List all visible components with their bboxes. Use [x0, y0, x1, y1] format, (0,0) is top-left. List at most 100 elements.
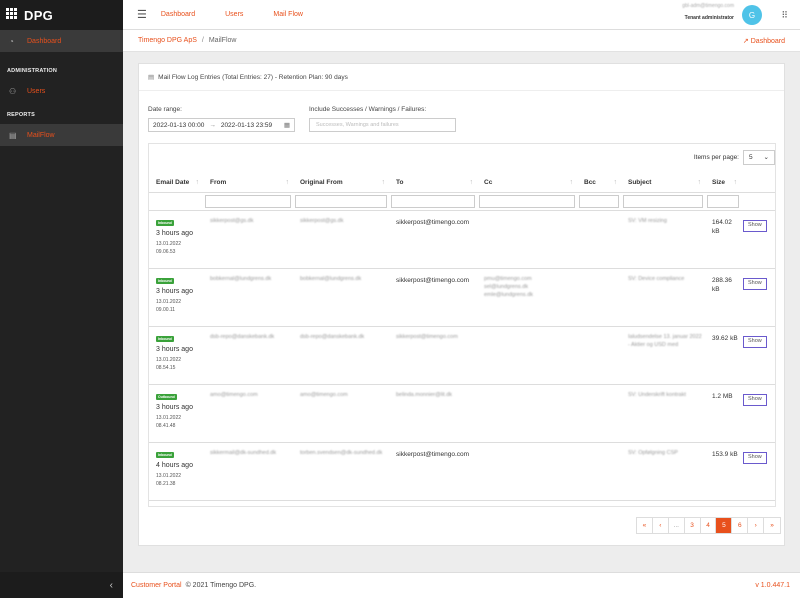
sort-icon: ↑ — [569, 179, 574, 186]
mailflow-card: ▤ Mail Flow Log Entries (Total Entries: … — [138, 63, 785, 546]
filter-from-input[interactable] — [205, 195, 291, 208]
filter-bcc-input[interactable] — [579, 195, 619, 208]
cell-bcc — [577, 327, 621, 384]
date-range-picker[interactable]: 2022-01-13 00:00 → 2022-01-13 23:59 ▦ — [148, 118, 295, 132]
page-button[interactable]: 5 — [716, 518, 733, 533]
filter-cc-input[interactable] — [479, 195, 575, 208]
email-time: 09.00.11 — [156, 307, 176, 314]
trend-line-icon: ↗ — [742, 37, 749, 45]
cell-from: dsb-repo@danskebank.dk — [210, 334, 275, 340]
column-original-from[interactable]: Original From ↑ — [293, 173, 389, 192]
column-size[interactable]: Size ↑ — [705, 173, 741, 192]
avatar[interactable]: G — [742, 5, 762, 25]
sort-icon: ↑ — [285, 179, 290, 186]
show-button[interactable]: Show — [743, 336, 767, 348]
column-subject[interactable]: Subject ↑ — [621, 173, 705, 192]
items-per-page-label: Items per page: — [693, 153, 739, 161]
dashboard-gauge-icon: ◔ — [9, 36, 14, 46]
apps-grid-icon[interactable]: ⠿ — [781, 10, 788, 21]
hamburger-menu-icon[interactable]: ☰ — [137, 8, 147, 21]
sort-icon: ↑ — [733, 179, 738, 186]
page-button[interactable]: » — [764, 518, 781, 533]
cell-email-date: Inbound 3 hours ago 13.01.2022 08.54.15 — [149, 327, 203, 384]
nav-users[interactable]: Users — [225, 11, 243, 18]
column-label: To — [396, 179, 404, 186]
show-button[interactable]: Show — [743, 452, 767, 464]
column-cc[interactable]: Cc ↑ — [477, 173, 577, 192]
footer: Customer Portal © 2021 Timengo DPG. v 1.… — [123, 572, 800, 598]
items-per-page: Items per page: 5 ⌄ — [694, 149, 775, 165]
column-from[interactable]: From ↑ — [203, 173, 293, 192]
sidebar-item-mailflow[interactable]: ▤ MailFlow — [0, 124, 123, 146]
card-title: Mail Flow Log Entries (Total Entries: 27… — [158, 73, 348, 81]
email-time: 08.21.38 — [156, 481, 176, 488]
page-button[interactable]: 4 — [700, 518, 717, 533]
show-button[interactable]: Show — [743, 278, 767, 290]
email-date: 13.01.2022 — [156, 472, 182, 479]
page-button[interactable]: « — [637, 518, 653, 533]
user-info[interactable]: gbl-adm@timengo.com Tenant administrator — [682, 3, 734, 21]
filter-to-input[interactable] — [391, 195, 475, 208]
page-button[interactable]: ‹ — [652, 518, 669, 533]
sidebar-collapse-button[interactable]: ‹ — [0, 572, 123, 598]
pagination: «‹... 3 4 5 6 ›» — [636, 517, 782, 534]
page-button[interactable]: › — [748, 518, 765, 533]
direction-badge: Inbound — [156, 336, 174, 343]
brand-name: DPG — [24, 7, 54, 23]
relative-time: 3 hours ago — [156, 404, 193, 412]
cell-size: 39.62 kB — [712, 335, 738, 342]
sidebar-item-dashboard[interactable]: ◔ Dashboard — [0, 30, 123, 52]
filter-original-from-input[interactable] — [295, 195, 387, 208]
column-label: Size — [712, 179, 726, 186]
table-row: Inbound 3 hours ago 13.01.2022 09.00.11 bobk… — [149, 269, 775, 327]
direction-badge: Inbound — [156, 278, 174, 285]
show-button[interactable]: Show — [743, 220, 767, 232]
cell-to: sikkerpost@timengo.com — [396, 277, 470, 284]
breadcrumb-parent[interactable]: Timengo DPG ApS — [138, 37, 197, 44]
cell-action: Show — [741, 211, 775, 268]
sidebar-item-label: Dashboard — [27, 37, 62, 45]
email-date: 13.01.2022 — [156, 240, 182, 247]
user-icon: ⚇ — [9, 86, 17, 96]
nav-dashboard[interactable]: Dashboard — [161, 11, 195, 18]
footer-portal-link[interactable]: Customer Portal — [131, 582, 182, 589]
filter-size-input[interactable] — [707, 195, 739, 208]
email-date: 13.01.2022 — [156, 298, 182, 305]
cell-subject: Ialudsendelse 13. januar 2022 - Aktier o… — [628, 334, 702, 348]
cell-cc — [477, 327, 577, 384]
sort-icon: ↑ — [697, 179, 702, 186]
items-per-page-select[interactable]: 5 ⌄ — [743, 149, 775, 165]
filter-subject-input[interactable] — [623, 195, 703, 208]
relative-time: 3 hours ago — [156, 346, 193, 354]
column-bcc[interactable]: Bcc ↑ — [577, 173, 621, 192]
cell-action: Show — [741, 269, 775, 326]
status-filter-input[interactable]: Successes, Warnings and failures — [309, 118, 456, 132]
cell-bcc — [577, 211, 621, 268]
page-button: ... — [668, 518, 685, 533]
cell-original-from: amo@timengo.com — [300, 392, 348, 398]
nav-mail-flow[interactable]: Mail Flow — [273, 11, 303, 18]
cell-original-from: sikkerpost@gs.dk — [300, 218, 344, 224]
column-to[interactable]: To ↑ — [389, 173, 477, 192]
dpg-logo-icon — [6, 8, 17, 19]
cell-subject: SV: VM resizing — [628, 218, 667, 224]
column-email-date[interactable]: Email Date ↑ — [149, 173, 203, 192]
cell-from: sikkermail@dk-sundhed.dk — [210, 450, 277, 456]
mail-list-icon: ▤ — [148, 74, 155, 81]
cell-to: sikkerpost@timengo.com — [396, 334, 458, 340]
date-to: 2022-01-13 23:59 — [220, 121, 273, 129]
table-row: Inbound 3 hours ago 13.01.2022 09.06.53 sikk… — [149, 211, 775, 269]
breadcrumb: Timengo DPG ApS / MailFlow ↗ Dashboard — [123, 30, 800, 52]
column-label: Original From — [300, 179, 343, 186]
page-button[interactable]: 3 — [684, 518, 701, 533]
breadcrumb-dashboard-link[interactable]: ↗ Dashboard — [743, 37, 785, 45]
brand-logo[interactable]: DPG — [0, 0, 123, 30]
filters: Date range: 2022-01-13 00:00 → 2022-01-1… — [148, 106, 784, 136]
footer-copyright: © 2021 Timengo DPG. — [185, 582, 257, 589]
sidebar-item-users[interactable]: ⚇ Users — [0, 80, 123, 102]
show-button[interactable]: Show — [743, 394, 767, 406]
email-time: 09.06.53 — [156, 249, 176, 256]
column-label: Cc — [484, 179, 493, 186]
email-time: 08.41.48 — [156, 423, 176, 430]
page-button[interactable]: 6 — [732, 518, 749, 533]
